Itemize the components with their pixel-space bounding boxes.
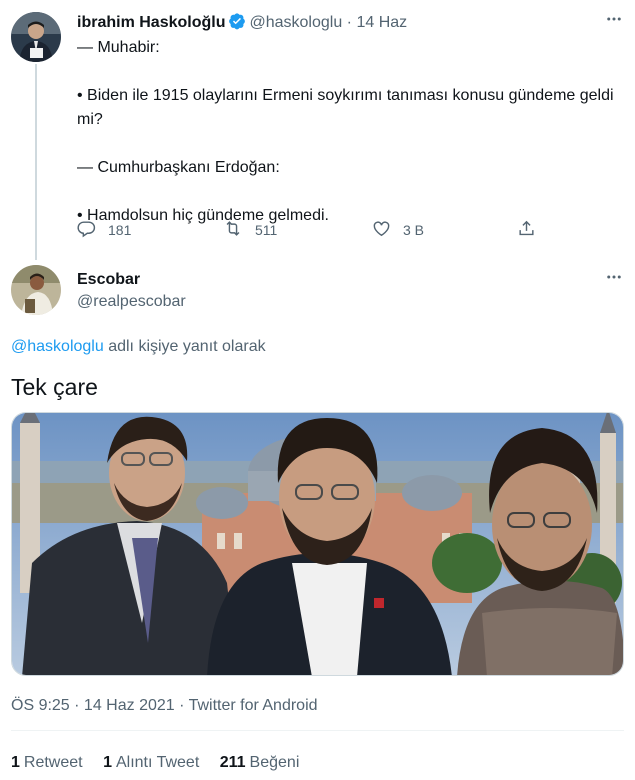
- retweet-button[interactable]: 511: [223, 218, 277, 242]
- heart-icon: [372, 219, 403, 241]
- tweet-text: Tek çare: [11, 374, 98, 400]
- retweet-icon: [223, 219, 255, 241]
- tweet-line: — Muhabir:: [77, 39, 160, 56]
- like-stat-count: 211: [219, 754, 246, 771]
- like-count: 3 B: [403, 222, 425, 238]
- reply-mention-link[interactable]: @haskologlu: [11, 338, 104, 355]
- display-name[interactable]: Escobar: [77, 270, 140, 290]
- retweet-stat-count: 1: [11, 754, 20, 771]
- tweet-timestamp[interactable]: ÖS 9:25 · 14 Haz 2021 · Twitter for Andr…: [11, 695, 318, 717]
- reply-icon: [77, 219, 108, 241]
- tweet-stats: 1 Retweet 1 Alıntı Tweet 211 Beğeni: [11, 752, 315, 774]
- like-button[interactable]: 3 B: [372, 218, 424, 242]
- tweet-text: — Muhabir: • Biden ile 1915 olaylarını E…: [77, 36, 622, 228]
- verified-badge-icon: [228, 12, 246, 37]
- more-icon[interactable]: [605, 268, 623, 291]
- tweet-header: ibrahim Haskoloğlu @haskologlu · 14 Haz: [77, 12, 407, 37]
- tweet-line: • Biden ile 1915 olaylarını Ermeni soykı…: [77, 87, 614, 128]
- retweet-stat-label: Retweet: [23, 754, 83, 771]
- reply-count: 181: [108, 222, 132, 238]
- handle[interactable]: @haskologlu: [249, 14, 342, 31]
- retweet-count: 511: [255, 222, 278, 238]
- share-icon: [517, 219, 548, 241]
- quote-stat-count: 1: [103, 754, 112, 771]
- thread-connector-line: [35, 64, 37, 260]
- quote-stat-label: Alıntı Tweet: [115, 754, 200, 771]
- tweet-actions: 181 511 3 B: [77, 218, 547, 242]
- like-stat-label: Beğeni: [249, 754, 300, 771]
- tweet-line: — Cumhurbaşkanı Erdoğan:: [77, 159, 280, 176]
- quote-stat[interactable]: 1 Alıntı Tweet: [103, 754, 199, 771]
- share-button[interactable]: [517, 218, 548, 242]
- reply-context: @haskologlu adlı kişiye yanıt olarak: [11, 336, 266, 358]
- like-stat[interactable]: 211 Beğeni: [220, 754, 300, 771]
- retweet-stat[interactable]: 1 Retweet: [11, 754, 83, 771]
- reply-button[interactable]: 181: [77, 218, 131, 242]
- tweet-photo[interactable]: [11, 412, 624, 676]
- display-name[interactable]: ibrahim Haskoloğlu: [77, 14, 225, 31]
- handle[interactable]: @realpescobar: [77, 292, 186, 312]
- divider: [11, 730, 624, 731]
- reply-context-text: adlı kişiye yanıt olarak: [103, 338, 266, 355]
- avatar[interactable]: [11, 265, 61, 315]
- avatar[interactable]: [11, 12, 61, 62]
- more-icon[interactable]: [605, 10, 623, 33]
- tweet-date[interactable]: 14 Haz: [356, 14, 407, 31]
